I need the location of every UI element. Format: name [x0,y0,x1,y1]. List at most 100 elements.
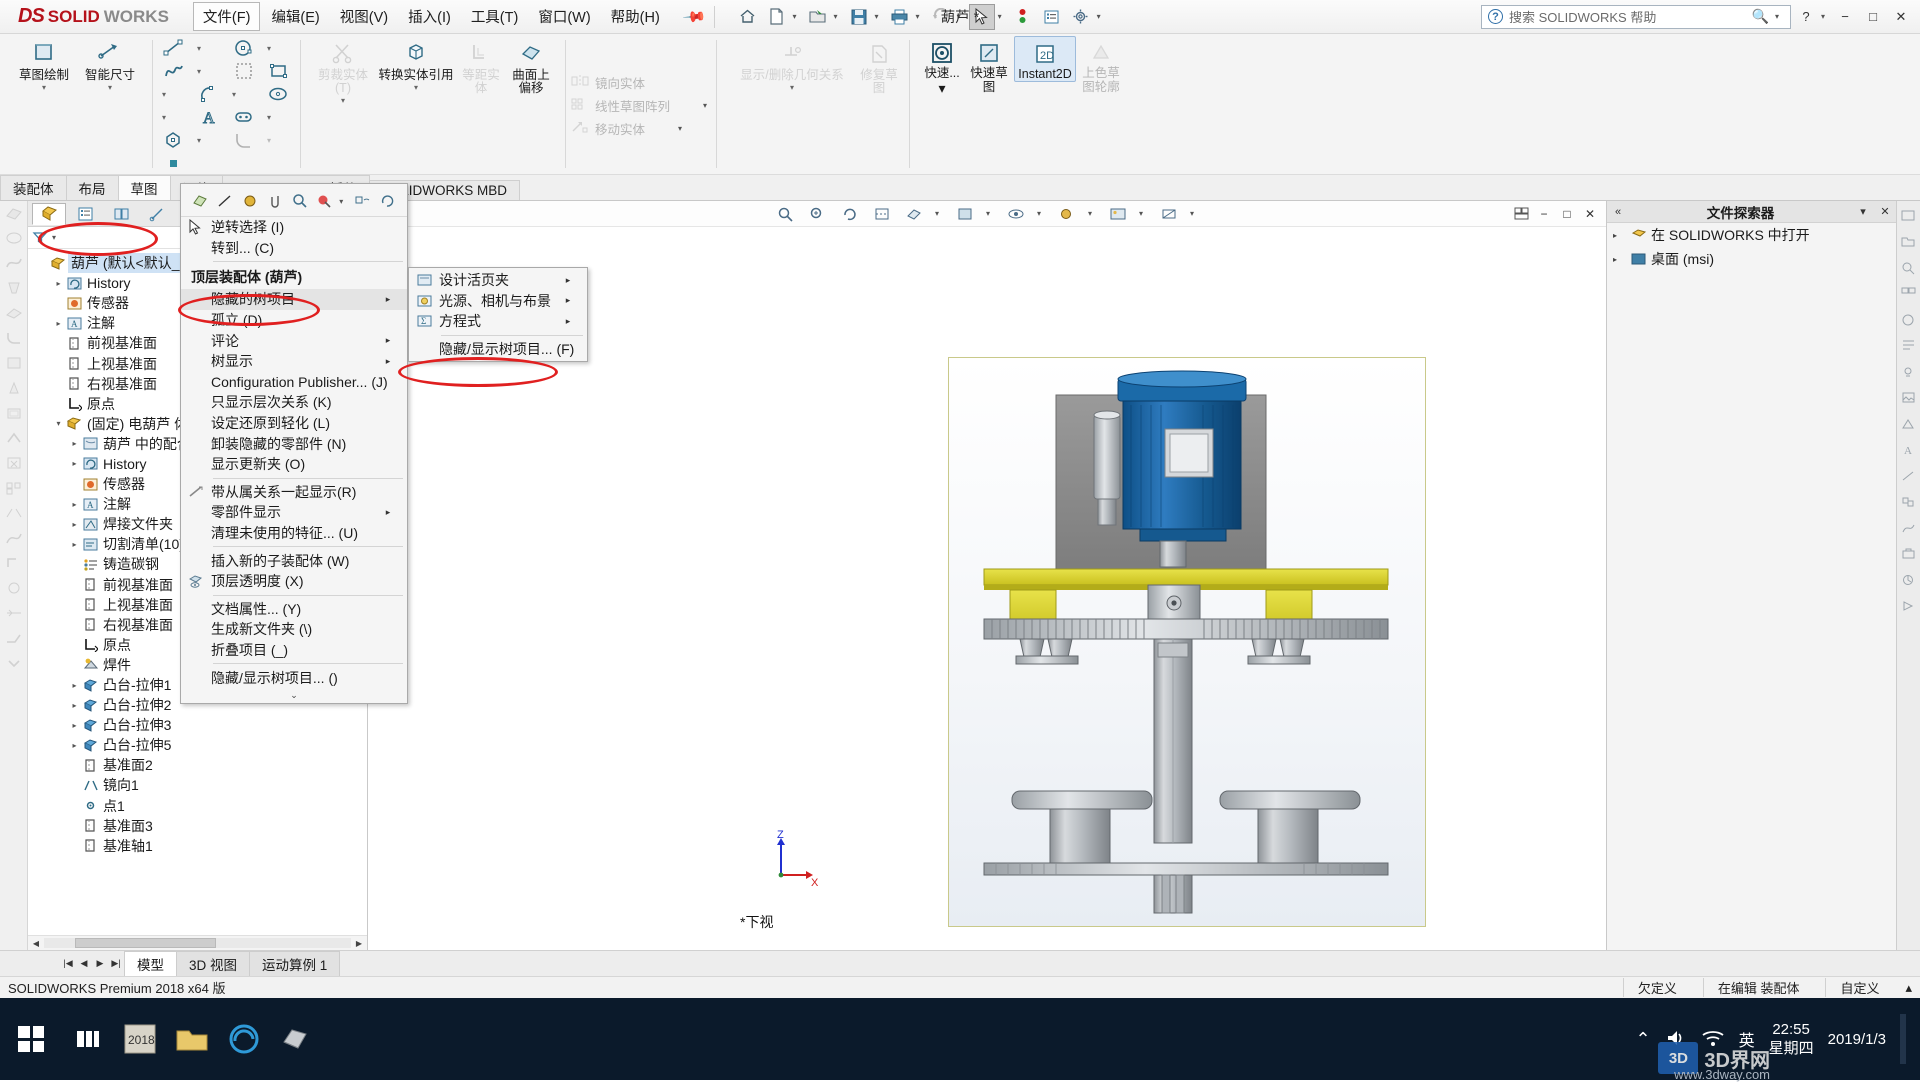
feature-tree-node[interactable]: 基准面2 [30,755,367,775]
taskbar-app-explorer[interactable] [166,998,218,1080]
menu-item[interactable]: 文档属性... (Y) [181,599,407,620]
menu-item[interactable]: 折叠项目 (_) [181,640,407,661]
tree-expand-arrow[interactable]: ▸ [52,319,65,328]
maximize-button[interactable]: □ [1860,5,1886,29]
panel-tab-appearances-icon[interactable] [1901,313,1917,329]
tab-assembly[interactable]: 装配体 [0,175,67,200]
move-dropdown-icon[interactable]: ▾ [678,124,682,133]
panel-tab-file-explorer-icon[interactable] [1901,235,1917,251]
tree-expand-arrow[interactable]: ▸ [68,721,81,730]
tile-windows-icon[interactable] [1511,205,1531,223]
taskbar-date[interactable]: 2019/1/3 [1828,1030,1886,1049]
menu-item[interactable]: 转到... (C) [181,238,407,259]
rail-rib-icon[interactable] [4,430,24,448]
point-tool-icon[interactable] [157,152,191,174]
file-explorer-item-open-in-sw[interactable]: ▸ 在 SOLIDWORKS 中打开 [1607,223,1896,247]
rail-instant3d-icon[interactable] [4,580,24,598]
menu-help[interactable]: 帮助(H) [602,3,669,30]
ctx-reload-icon[interactable] [378,190,399,212]
options-list-icon[interactable] [1039,4,1065,30]
menu-submenu-arrow[interactable]: ▸ [379,335,397,346]
menu-submenu-arrow[interactable]: ▸ [379,356,397,367]
scroll-thumb[interactable] [74,938,216,948]
menu-submenu-arrow[interactable]: ▸ [559,316,577,327]
slot-tool-icon[interactable] [227,106,261,128]
text-tool-icon[interactable]: A [192,106,226,128]
menu-item[interactable]: 逆转选择 (I) [181,217,407,238]
fm-tab-feature-tree[interactable] [32,202,66,225]
fe-expand-arrow-2[interactable]: ▸ [1613,255,1627,264]
feature-tree-node[interactable]: 镜向1 [30,775,367,795]
rectangle-dropdown-icon[interactable]: ▾ [157,83,171,105]
rail-pattern-icon[interactable] [4,480,24,498]
ctx-color-icon[interactable] [240,190,261,212]
gear-icon[interactable] [1068,4,1094,30]
rail-sheetmetal-icon[interactable] [4,630,24,648]
rail-shell-icon[interactable] [4,405,24,423]
print-icon[interactable] [887,4,913,30]
menu-submenu-arrow[interactable]: ▸ [379,294,397,305]
tree-expand-arrow[interactable]: ▸ [68,540,81,549]
feature-tree-node[interactable]: 基准面3 [30,816,367,836]
taskbar-clock[interactable]: 22:55 星期四 [1769,1020,1814,1058]
convert-dropdown-icon[interactable]: ▾ [414,83,418,92]
ctx-zoom-icon[interactable] [290,190,310,212]
menu-item[interactable]: Configuration Publisher... (J) [181,372,407,393]
menu-item[interactable]: Σ 方程式 ▸ [409,311,587,332]
rail-delete-face-icon[interactable] [4,455,24,473]
quick-snaps-button[interactable]: 快速... ▾ [920,36,964,97]
menu-item[interactable]: 孤立 (D) [181,310,407,331]
menu-edit[interactable]: 编辑(E) [262,3,328,30]
context-menu-primary[interactable]: ▾ 逆转选择 (I) 转到... (C) 顶层装配体 (葫芦) 隐藏的树项目 ▸ 孤立 (… [180,183,408,704]
view-orientation-icon[interactable] [903,204,925,224]
print-dropdown-icon[interactable]: ▾ [916,12,920,21]
view-settings-icon[interactable] [1158,204,1180,224]
doc-tab-model[interactable]: 模型 [124,951,177,976]
polygon-dropdown-icon[interactable]: ▾ [192,129,206,151]
settings-dropdown-icon[interactable]: ▾ [1097,12,1101,21]
search-icon[interactable]: 🔍 [1752,8,1769,25]
sketch-region-icon[interactable] [227,60,261,82]
ellipse-tool-icon[interactable] [262,83,296,105]
rail-curve-icon[interactable] [4,530,24,548]
view-settings-dropdown-icon[interactable]: ▾ [1190,209,1194,218]
ctx-component-icon[interactable] [352,190,373,212]
fm-tab-property-manager[interactable] [68,203,102,225]
status-caret-icon[interactable]: ▴ [1905,980,1912,996]
repair-sketch-button[interactable]: 修复草图 [859,36,899,95]
rail-boundary-icon[interactable] [4,305,24,323]
menu-submenu-arrow[interactable]: ▸ [379,507,397,518]
mirror-entities-button[interactable]: 镜向实体 [570,72,712,94]
view-orientation-dropdown-icon[interactable]: ▾ [935,209,939,218]
new-doc-dropdown-icon[interactable]: ▾ [793,12,797,21]
edit-appearance-dropdown-icon[interactable]: ▾ [1088,209,1092,218]
panel-tab-simulation-icon[interactable] [1901,573,1917,589]
taskbar-app-2018[interactable]: 2018 [114,998,166,1080]
smart-dim-dropdown-icon[interactable]: ▾ [108,83,112,92]
rail-draft-icon[interactable] [4,380,24,398]
menu-view[interactable]: 视图(V) [331,3,397,30]
zoom-to-fit-icon[interactable] [775,204,797,224]
panel-tab-lights-icon[interactable] [1901,365,1917,381]
menu-tools[interactable]: 工具(T) [462,3,528,30]
panel-tab-blocks-icon[interactable] [1901,495,1917,511]
select-cursor-icon[interactable] [968,3,995,30]
rail-plane-icon[interactable] [4,355,24,373]
fm-tab-configuration-manager[interactable] [104,203,138,225]
apply-scene-icon[interactable] [1107,204,1129,224]
context-menu-submenu[interactable]: 设计活页夹 ▸ 光源、相机与布景 ▸ Σ 方程式 ▸ 隐藏/显示树项目... (F) [408,267,588,363]
offset-entities-button[interactable]: 等距实体 [457,36,505,95]
spline-dropdown-icon[interactable]: ▾ [192,60,206,82]
feature-tree-hscrollbar[interactable]: ◀ ▶ [28,935,367,950]
tree-expand-arrow[interactable]: ▸ [68,459,81,468]
display-delete-relations-button[interactable]: 显示/删除几何关系 ▾ [727,36,857,92]
menu-insert[interactable]: 插入(I) [399,3,460,30]
arc-dropdown-icon[interactable]: ▾ [227,83,241,105]
hide-show-dropdown-icon[interactable]: ▾ [1037,209,1041,218]
menu-item[interactable]: 清理未使用的特征... (U) [181,523,407,544]
slot-dropdown-icon[interactable]: ▾ [262,106,276,128]
help-dropdown-icon[interactable]: ▾ [1821,12,1825,21]
rail-more-icon[interactable] [4,655,24,673]
circle-dropdown-icon[interactable]: ▾ [262,37,276,59]
tab-nav-prev[interactable]: ◀ [76,958,92,969]
